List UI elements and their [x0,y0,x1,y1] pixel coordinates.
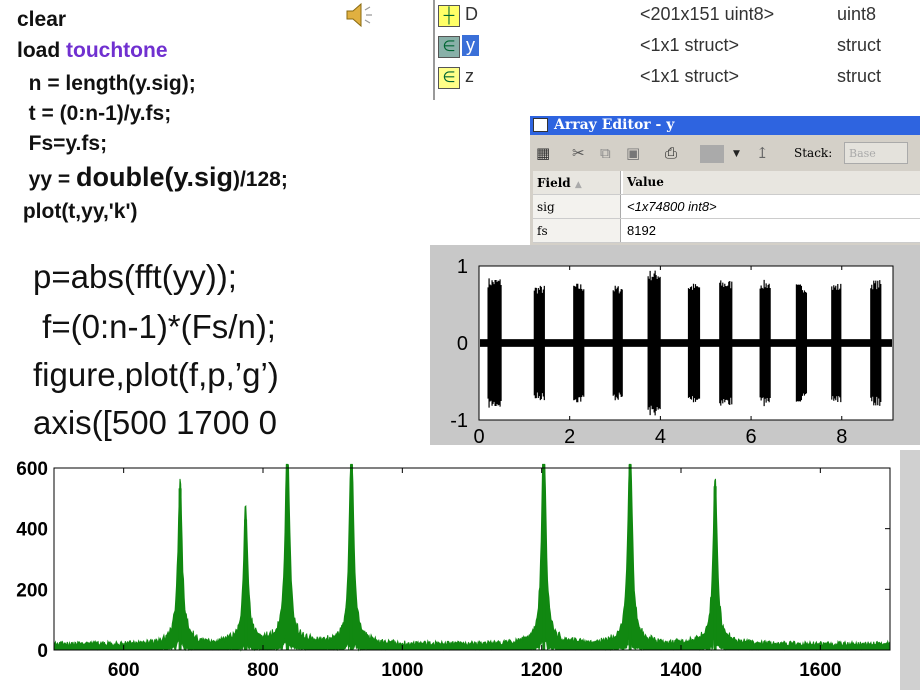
array-editor-window: Array Editor - y ▦ ✂ ⧉ ▣ ⎙ ▼ ↥ Stack: Ba… [530,116,920,246]
x-tick-label: 0 [473,426,484,445]
signal-burst-10 [870,280,882,406]
x-tick-label: 1000 [381,660,423,681]
signal-burst-1 [533,285,545,401]
grid-header: Field ▲ Value [533,171,920,195]
array-editor-icon [533,118,548,132]
signal-burst-3 [612,285,623,401]
signal-burst-9 [831,283,842,403]
signal-burst-2 [573,283,585,403]
code-text: )/128; [232,168,288,191]
signal-burst-0 [487,278,502,408]
y-tick-label: -1 [450,410,468,432]
signal-burst-8 [795,284,808,402]
code-line-fs: Fs=y.fs; [17,132,108,155]
variable-class: uint8 [837,4,877,24]
field-cell: sig [533,195,621,218]
print-icon[interactable]: ⎙ [665,144,677,162]
paste-icon[interactable]: ▣ [626,144,640,162]
window-edge [900,450,920,690]
variable-name: y [462,35,479,56]
y-tick-label: 1 [457,256,468,278]
time-signal-figure: 0 2 4 6 8 -1 0 1 [430,245,920,448]
code-keyword: touchtone [66,39,168,62]
code-line-plot: plot(t,yy,'k') [17,200,138,223]
code-text-large: double(y.sig [75,162,233,192]
code-line-t: t = (0:n-1)/y.fs; [17,102,172,125]
y-tick-label: 0 [457,333,468,355]
value-cell[interactable]: 8192 [623,219,920,242]
code-line-figure: figure,plot(f,p,’g’) [33,356,279,393]
field-cell: fs [533,219,621,242]
plot-selection-icon[interactable] [700,145,724,163]
y-tick-label: 600 [16,459,48,480]
table-row[interactable]: sig <1x74800 int8> [533,195,920,219]
x-tick-label: 800 [247,660,279,681]
variable-value: <1x1 struct> [640,66,740,86]
column-header-value[interactable]: Value [623,171,920,194]
column-header-field[interactable]: Field ▲ [533,171,621,194]
time-signal-chart: 0 2 4 6 8 -1 0 1 [450,256,894,448]
code-text: load [17,39,67,62]
code-line-load: load touchtone [17,39,168,63]
stack-select[interactable]: Base [844,142,908,164]
y-tick-label: 400 [16,520,48,541]
array-editor-toolbar: ▦ ✂ ⧉ ▣ ⎙ ▼ ↥ Stack: Base [530,135,920,171]
workspace-panel: ┼ D <201x151 uint8> uint8 ∈ y <1x1 struc… [433,0,920,100]
signal-burst-7 [759,279,771,407]
y-tick-label: 0 [37,641,48,662]
signal-burst-6 [719,280,733,406]
copy-icon[interactable]: ⧉ [600,144,611,162]
cut-icon[interactable]: ✂ [572,144,585,162]
go-up-icon[interactable]: ↥ [756,144,769,162]
array-editor-grid: Field ▲ Value sig <1x74800 int8> fs 8192 [533,171,920,243]
workspace-row-D[interactable]: ┼ D <201x151 uint8> uint8 [435,2,920,30]
signal-burst-4 [647,270,661,416]
x-tick-label: 1200 [521,660,563,681]
struct-icon: ∈ [438,36,460,58]
x-tick-label: 6 [746,426,757,445]
table-row[interactable]: fs 8192 [533,219,920,243]
code-line-n: n = length(y.sig); [17,72,196,95]
code-text: yy = [17,168,76,191]
matrix-icon: ┼ [438,5,460,27]
workspace-row-z[interactable]: ∈ z <1x1 struct> struct [435,64,920,92]
import-data-icon[interactable]: ▦ [536,144,550,162]
x-tick-label: 1400 [660,660,702,681]
code-line-fft: p=abs(fft(yy)); [33,258,237,295]
x-tick-label: 600 [108,660,140,681]
variable-class: struct [837,35,882,55]
workspace-row-y[interactable]: ∈ y <1x1 struct> struct [435,33,920,61]
sort-up-icon: ▲ [574,180,582,190]
code-line-axis: axis([500 1700 0 [33,404,278,441]
chevron-down-icon[interactable]: ▼ [733,149,740,159]
stack-label: Stack: [794,146,833,160]
variable-name: z [465,66,474,86]
code-line-clear: clear [17,8,67,31]
x-tick-label: 1600 [799,660,841,681]
variable-name: D [465,4,478,24]
header-label: Field [537,176,571,190]
spectrum-chart: 600 800 1000 1200 1400 1600 0 200 400 600 [16,459,891,681]
variable-class: struct [837,66,882,86]
array-editor-title-bar[interactable]: Array Editor - y [530,116,920,135]
value-cell[interactable]: <1x74800 int8> [623,195,920,218]
x-tick-label: 8 [836,426,847,445]
y-tick-label: 200 [16,580,48,601]
code-line-yy: yy = double(y.sig)/128; [17,162,288,193]
signal-burst-5 [687,283,701,403]
struct-icon: ∈ [438,67,460,89]
x-tick-label: 4 [655,426,666,445]
variable-value: <201x151 uint8> [640,4,775,24]
speaker-icon[interactable] [344,2,376,28]
spectrum-figure: 600 800 1000 1200 1400 1600 0 200 400 600 [0,450,920,690]
code-line-freq: f=(0:n-1)*(Fs/n); [33,308,276,345]
array-editor-title: Array Editor - y [554,117,675,133]
x-tick-label: 2 [564,426,575,445]
variable-value: <1x1 struct> [640,35,740,55]
